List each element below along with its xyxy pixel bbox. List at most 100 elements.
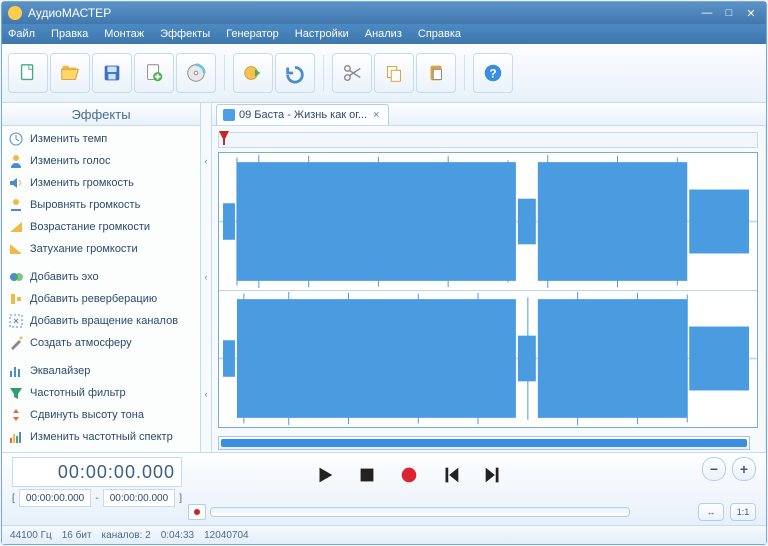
paste-icon [425,62,447,84]
sidebar-item-atmos[interactable]: Создать атмосферу [2,332,200,354]
menu-file[interactable]: Файл [8,28,35,40]
transport-controls [188,457,630,521]
zoom-reset-button[interactable]: 1:1 [730,503,756,521]
status-samples: 12040704 [204,530,249,541]
app-logo-icon [8,6,22,20]
app-window: АудиоМАСТЕР — □ ✕ Файл Правка Монтаж Эфф… [1,1,767,545]
menu-montage[interactable]: Монтаж [104,28,144,40]
menu-analysis[interactable]: Анализ [365,28,402,40]
toolbar-help-button[interactable]: ? [473,53,513,93]
sidebar-item-tempo[interactable]: Изменить темп [2,128,200,150]
menubar: Файл Правка Монтаж Эффекты Генератор Нас… [2,24,766,44]
reverb-icon [8,291,24,307]
sidebar-item-fadeout[interactable]: Затухание громкости [2,238,200,260]
minimize-button[interactable]: — [698,6,716,20]
loop-button[interactable] [188,504,206,520]
menu-help[interactable]: Справка [418,28,461,40]
sidebar-item-label: Затухание громкости [30,243,138,255]
zoom-in-button[interactable]: + [732,457,756,481]
sidebar-item-pitch[interactable]: Сдвинуть высоту тона [2,404,200,426]
progress-slider[interactable] [210,507,630,517]
zoom-fit-button[interactable]: ↔ [698,503,724,521]
overview-scrollbar[interactable] [218,436,750,450]
toolbar-undo-button[interactable] [275,53,315,93]
transport-panel: 00:00:00.000 [ 00:00:00.000 - 00:00:00.0… [2,452,766,525]
content-area: 09 Баста - Жизнь как ог... × [212,103,766,452]
toolbar-new-button[interactable] [8,53,48,93]
sidebar-item-label: Частотный фильтр [30,387,126,399]
next-button[interactable] [481,463,505,487]
menu-settings[interactable]: Настройки [295,28,349,40]
menu-generator[interactable]: Генератор [226,28,279,40]
record-button[interactable] [397,463,421,487]
toolbar-paste-button[interactable] [416,53,456,93]
stop-button[interactable] [355,463,379,487]
toolbar: ? [2,44,766,103]
titlebar: АудиоМАСТЕР — □ ✕ [2,2,766,24]
pitch-icon [8,407,24,423]
toolbar-open-button[interactable] [50,53,90,93]
new-file-icon [17,62,39,84]
selection-end-field[interactable]: 00:00:00.000 [103,489,176,507]
selection-start-field[interactable]: 00:00:00.000 [19,489,92,507]
overview-range[interactable] [221,439,747,447]
audio-file-icon [223,109,235,121]
sidebar-header: Эффекты [2,103,200,126]
undo-icon [284,62,306,84]
timeline-ruler[interactable] [218,132,758,148]
eq-icon [8,363,24,379]
toolbar-cd-button[interactable] [176,53,216,93]
level-icon [8,197,24,213]
spectrum-icon [8,429,24,445]
sidebar-item-label: Изменить частотный спектр [30,431,173,443]
prev-button[interactable] [439,463,463,487]
sidebar-item-fadein[interactable]: Возрастание громкости [2,216,200,238]
speaker-icon [8,175,24,191]
maximize-button[interactable]: □ [720,6,738,20]
range-dash: - [95,493,98,504]
time-panel: 00:00:00.000 [ 00:00:00.000 - 00:00:00.0… [12,457,182,521]
menu-edit[interactable]: Правка [51,28,88,40]
sidebar-list: Изменить темп Изменить голос Изменить гр… [2,126,200,452]
toolbar-add-button[interactable] [134,53,174,93]
sidebar-item-volume[interactable]: Изменить громкость [2,172,200,194]
sidebar-item-label: Изменить громкость [30,177,134,189]
waveform-channel-left [219,153,757,290]
sidebar-item-voice[interactable]: Изменить голос [2,150,200,172]
add-file-icon [143,62,165,84]
document-tabs: 09 Баста - Жизнь как ог... × [212,103,766,126]
toolbar-save-button[interactable] [92,53,132,93]
toolbar-copy-button[interactable] [374,53,414,93]
playhead-marker[interactable] [219,131,229,145]
sidebar-item-label: Изменить темп [30,133,107,145]
sidebar-item-normalize[interactable]: Выровнять громкость [2,194,200,216]
status-channels: каналов: 2 [102,530,151,541]
tab-close-button[interactable]: × [371,109,381,121]
selection-range: [ 00:00:00.000 - 00:00:00.000 ] [12,489,182,507]
sidebar-item-label: Эквалайзер [30,365,90,377]
zoom-out-button[interactable]: − [702,457,726,481]
copy-icon [383,62,405,84]
sidebar-item-echo[interactable]: Добавить эхо [2,266,200,288]
toolbar-export-button[interactable] [233,53,273,93]
sidebar-item-label: Изменить голос [30,155,110,167]
tab-active[interactable]: 09 Баста - Жизнь как ог... × [216,104,389,125]
waveform-display[interactable] [218,152,758,428]
menu-effects[interactable]: Эффекты [160,28,210,40]
toolbar-cut-button[interactable] [332,53,372,93]
status-duration: 0:04:33 [161,530,194,541]
sidebar-item-rotate[interactable]: Добавить вращение каналов [2,310,200,332]
play-button[interactable] [313,463,337,487]
time-display: 00:00:00.000 [12,457,182,487]
bracket-open: [ [12,493,15,504]
toolbar-separator [224,55,225,91]
sidebar-item-filter[interactable]: Частотный фильтр [2,382,200,404]
fadeout-icon [8,241,24,257]
sidebar-collapse-strip[interactable]: ‹ ‹ ‹ [201,103,212,452]
magic-icon [8,335,24,351]
close-button[interactable]: ✕ [742,6,760,20]
sidebar-item-spectrum[interactable]: Изменить частотный спектр [2,426,200,448]
sidebar-item-reverb[interactable]: Добавить реверберацию [2,288,200,310]
sidebar-item-eq[interactable]: Эквалайзер [2,360,200,382]
zoom-panel: − + ↔ 1:1 [636,457,756,521]
